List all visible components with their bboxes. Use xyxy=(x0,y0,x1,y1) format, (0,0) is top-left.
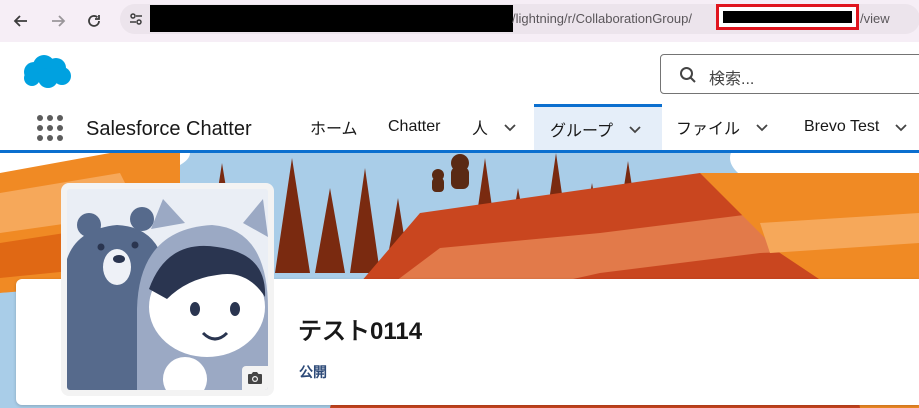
tab-files[interactable]: ファイル xyxy=(662,104,784,150)
chevron-down-icon[interactable] xyxy=(754,119,770,135)
search-icon xyxy=(680,67,696,83)
group-access-type: 公開 xyxy=(299,364,327,380)
salesforce-logo[interactable] xyxy=(20,54,72,90)
search-placeholder: 検索... xyxy=(709,71,755,88)
tune-icon xyxy=(130,13,142,25)
chevron-down-icon[interactable] xyxy=(502,119,518,135)
global-search[interactable]: 検索... xyxy=(660,54,919,94)
tab-label: ファイル xyxy=(676,121,741,138)
reload-button[interactable] xyxy=(79,6,109,36)
global-header: 検索... xyxy=(0,42,919,104)
tab-groups[interactable]: グループ xyxy=(534,104,662,150)
tab-label: 人 xyxy=(472,121,489,138)
redacted-record-id xyxy=(716,4,859,30)
group-avatar-image xyxy=(67,189,268,390)
tab-label: ホーム xyxy=(310,121,358,138)
forward-button[interactable] xyxy=(43,6,73,36)
tab-home[interactable]: ホーム xyxy=(296,104,372,150)
chevron-down-icon[interactable] xyxy=(893,119,909,135)
arrow-left-icon xyxy=(13,15,27,27)
browser-toolbar: /lightning/r/CollaborationGroup/ /view xyxy=(0,0,919,42)
app-launcher-icon xyxy=(37,115,63,141)
site-info-button[interactable] xyxy=(126,9,146,29)
app-navigation: Salesforce Chatter ホーム Chatter 人 グループ ファ… xyxy=(0,104,919,153)
chevron-down-icon[interactable] xyxy=(627,121,643,137)
camera-icon xyxy=(248,372,262,384)
tab-people[interactable]: 人 xyxy=(458,104,532,150)
tab-label: グループ xyxy=(550,122,614,140)
redacted-url-host xyxy=(150,5,513,32)
app-name: Salesforce Chatter xyxy=(86,118,252,140)
astro-bear-avatar-icon xyxy=(67,189,268,390)
url-tail: /view xyxy=(860,11,890,26)
change-photo-button[interactable] xyxy=(242,366,268,390)
group-name: テスト0114 xyxy=(298,318,423,345)
tab-label: Chatter xyxy=(388,118,441,135)
tab-chatter[interactable]: Chatter xyxy=(374,104,454,150)
group-photo xyxy=(61,183,274,396)
arrow-right-icon xyxy=(52,15,66,27)
app-launcher-button[interactable] xyxy=(36,114,64,142)
back-button[interactable] xyxy=(6,6,36,36)
salesforce-cloud-icon xyxy=(24,55,71,88)
reload-icon xyxy=(88,15,100,27)
tab-brevo-test[interactable]: Brevo Test xyxy=(790,104,919,150)
tab-label: Brevo Test xyxy=(804,118,880,135)
url-path: /lightning/r/CollaborationGroup/ xyxy=(512,11,692,26)
